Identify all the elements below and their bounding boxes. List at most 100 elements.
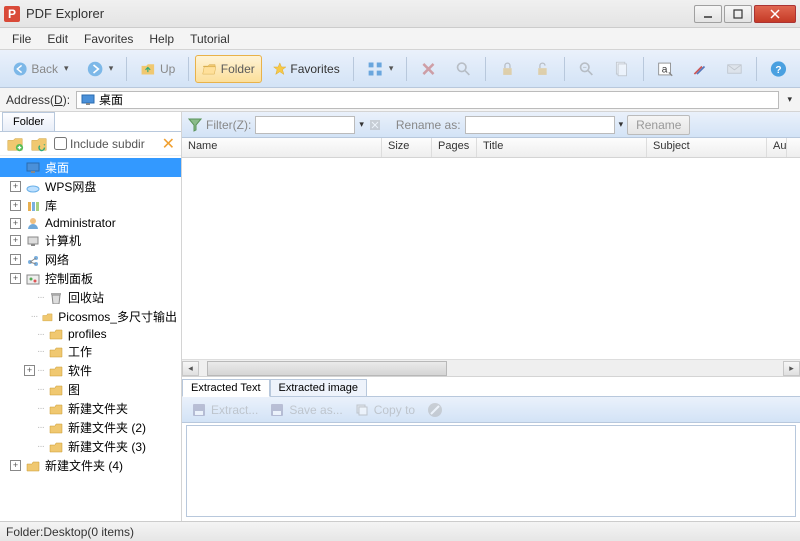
tree-item[interactable]: +控制面板 — [0, 269, 181, 288]
expand-icon[interactable]: + — [10, 254, 21, 265]
left-tabhead: Folder — [0, 112, 181, 132]
window-title: PDF Explorer — [26, 6, 694, 21]
scroll-left-icon[interactable]: ◂ — [182, 361, 199, 376]
folder-open-icon — [202, 60, 217, 78]
tree-item-label: WPS网盘 — [45, 178, 96, 195]
tree-item[interactable]: +库 — [0, 196, 181, 215]
rename-as-label: Rename as: — [396, 118, 461, 132]
favorites-label: Favorites — [290, 62, 339, 76]
refresh-folder-icon[interactable] — [30, 135, 48, 153]
column-pages[interactable]: Pages — [432, 138, 477, 157]
view-button[interactable]: ▾ — [360, 55, 401, 83]
horizontal-scrollbar[interactable]: ◂ ▸ — [182, 359, 800, 376]
expand-icon[interactable]: + — [10, 273, 21, 284]
tree-item[interactable]: + WPS网盘 — [0, 177, 181, 196]
extracted-image-tab[interactable]: Extracted image — [270, 379, 367, 397]
stop-icon[interactable] — [427, 402, 443, 418]
rename-input[interactable] — [465, 116, 615, 134]
folder-label: Folder — [221, 62, 255, 76]
tree-item[interactable]: +···软件 — [0, 361, 181, 380]
column-subject[interactable]: Subject — [647, 138, 767, 157]
folder-tab[interactable]: Folder — [2, 112, 55, 131]
expand-icon[interactable]: + — [10, 181, 21, 192]
tree-item-label: Picosmos_多尺寸输出 — [58, 308, 177, 325]
column-name[interactable]: Name — [182, 138, 382, 157]
address-input[interactable]: 桌面 — [76, 91, 779, 109]
delete-button[interactable] — [413, 55, 444, 83]
mail-button[interactable] — [719, 55, 750, 83]
maximize-button[interactable] — [724, 5, 752, 23]
tree-item-label: 软件 — [68, 362, 92, 379]
tools-icon — [691, 60, 708, 78]
menu-help[interactable]: Help — [141, 30, 182, 48]
tree-item[interactable]: ···Picosmos_多尺寸输出 — [0, 307, 181, 326]
rename-button[interactable]: Rename — [627, 115, 690, 135]
expand-icon[interactable]: + — [10, 460, 21, 471]
extract-button[interactable]: Extract... — [192, 403, 258, 417]
save-as-icon — [270, 403, 284, 417]
lock-button[interactable] — [492, 55, 523, 83]
tree-item[interactable]: +计算机 — [0, 231, 181, 250]
folder-icon — [49, 403, 63, 415]
tree-item[interactable]: ···回收站 — [0, 288, 181, 307]
include-subdir-checkbox[interactable]: Include subdir — [54, 137, 145, 151]
add-folder-icon[interactable] — [6, 135, 24, 153]
tree-item[interactable]: ···图 — [0, 380, 181, 399]
menu-favorites[interactable]: Favorites — [76, 30, 141, 48]
minimize-button[interactable] — [694, 5, 722, 23]
scroll-thumb[interactable] — [207, 361, 447, 376]
expand-icon[interactable]: + — [10, 235, 21, 246]
expand-icon[interactable]: + — [10, 200, 21, 211]
expand-icon[interactable]: + — [10, 218, 21, 229]
tree-item[interactable]: +网络 — [0, 250, 181, 269]
forward-icon — [87, 60, 103, 78]
star-icon — [273, 60, 287, 78]
favorites-button[interactable]: Favorites — [266, 55, 347, 83]
scroll-right-icon[interactable]: ▸ — [783, 361, 800, 376]
column-au[interactable]: Au — [767, 138, 787, 157]
expand-icon[interactable]: + — [24, 365, 35, 376]
tools-button[interactable] — [684, 55, 715, 83]
filter-input[interactable] — [255, 116, 355, 134]
zoom-button[interactable] — [571, 55, 602, 83]
copy-to-button[interactable]: Copy to — [355, 403, 415, 417]
folder-button[interactable]: Folder — [195, 55, 262, 83]
unlock-button[interactable] — [527, 55, 558, 83]
menu-file[interactable]: File — [4, 30, 39, 48]
tree-item[interactable]: +新建文件夹 (4) — [0, 456, 181, 475]
tree-item[interactable]: ···profiles — [0, 326, 181, 342]
tree-item[interactable]: 桌面 — [0, 158, 181, 177]
desktop-icon — [81, 94, 95, 106]
close-panel-icon[interactable]: ✕ — [162, 134, 175, 154]
folder-icon — [49, 346, 63, 358]
back-button[interactable]: Back▾ — [6, 55, 76, 83]
menu-tutorial[interactable]: Tutorial — [182, 30, 238, 48]
tree-item[interactable]: +Administrator — [0, 215, 181, 231]
zoom-icon — [578, 60, 595, 78]
folder-icon — [49, 422, 63, 434]
tree-item[interactable]: ···工作 — [0, 342, 181, 361]
search-button[interactable] — [448, 55, 479, 83]
folder-icon — [49, 365, 63, 377]
text-tool-button[interactable]: a — [650, 55, 681, 83]
tree-item-label: profiles — [68, 327, 107, 341]
column-title[interactable]: Title — [477, 138, 647, 157]
address-dropdown-icon[interactable]: ▾ — [785, 92, 794, 107]
extracted-text-tab[interactable]: Extracted Text — [182, 379, 270, 397]
delete-icon — [420, 60, 437, 78]
column-size[interactable]: Size — [382, 138, 432, 157]
help-button[interactable]: ? — [763, 55, 794, 83]
up-label: Up — [160, 62, 175, 76]
forward-button[interactable]: ▾ — [80, 55, 121, 83]
clear-filter-icon[interactable] — [368, 118, 382, 132]
cloud-icon — [26, 181, 40, 193]
tree-item[interactable]: ···新建文件夹 (3) — [0, 437, 181, 456]
save-as-button[interactable]: Save as... — [270, 403, 342, 417]
menu-edit[interactable]: Edit — [39, 30, 76, 48]
grid-header: NameSizePagesTitleSubjectAu — [182, 138, 800, 158]
tree-item[interactable]: ···新建文件夹 — [0, 399, 181, 418]
page-button[interactable] — [606, 55, 637, 83]
close-button[interactable] — [754, 5, 796, 23]
tree-item[interactable]: ···新建文件夹 (2) — [0, 418, 181, 437]
up-button[interactable]: Up — [133, 55, 182, 83]
